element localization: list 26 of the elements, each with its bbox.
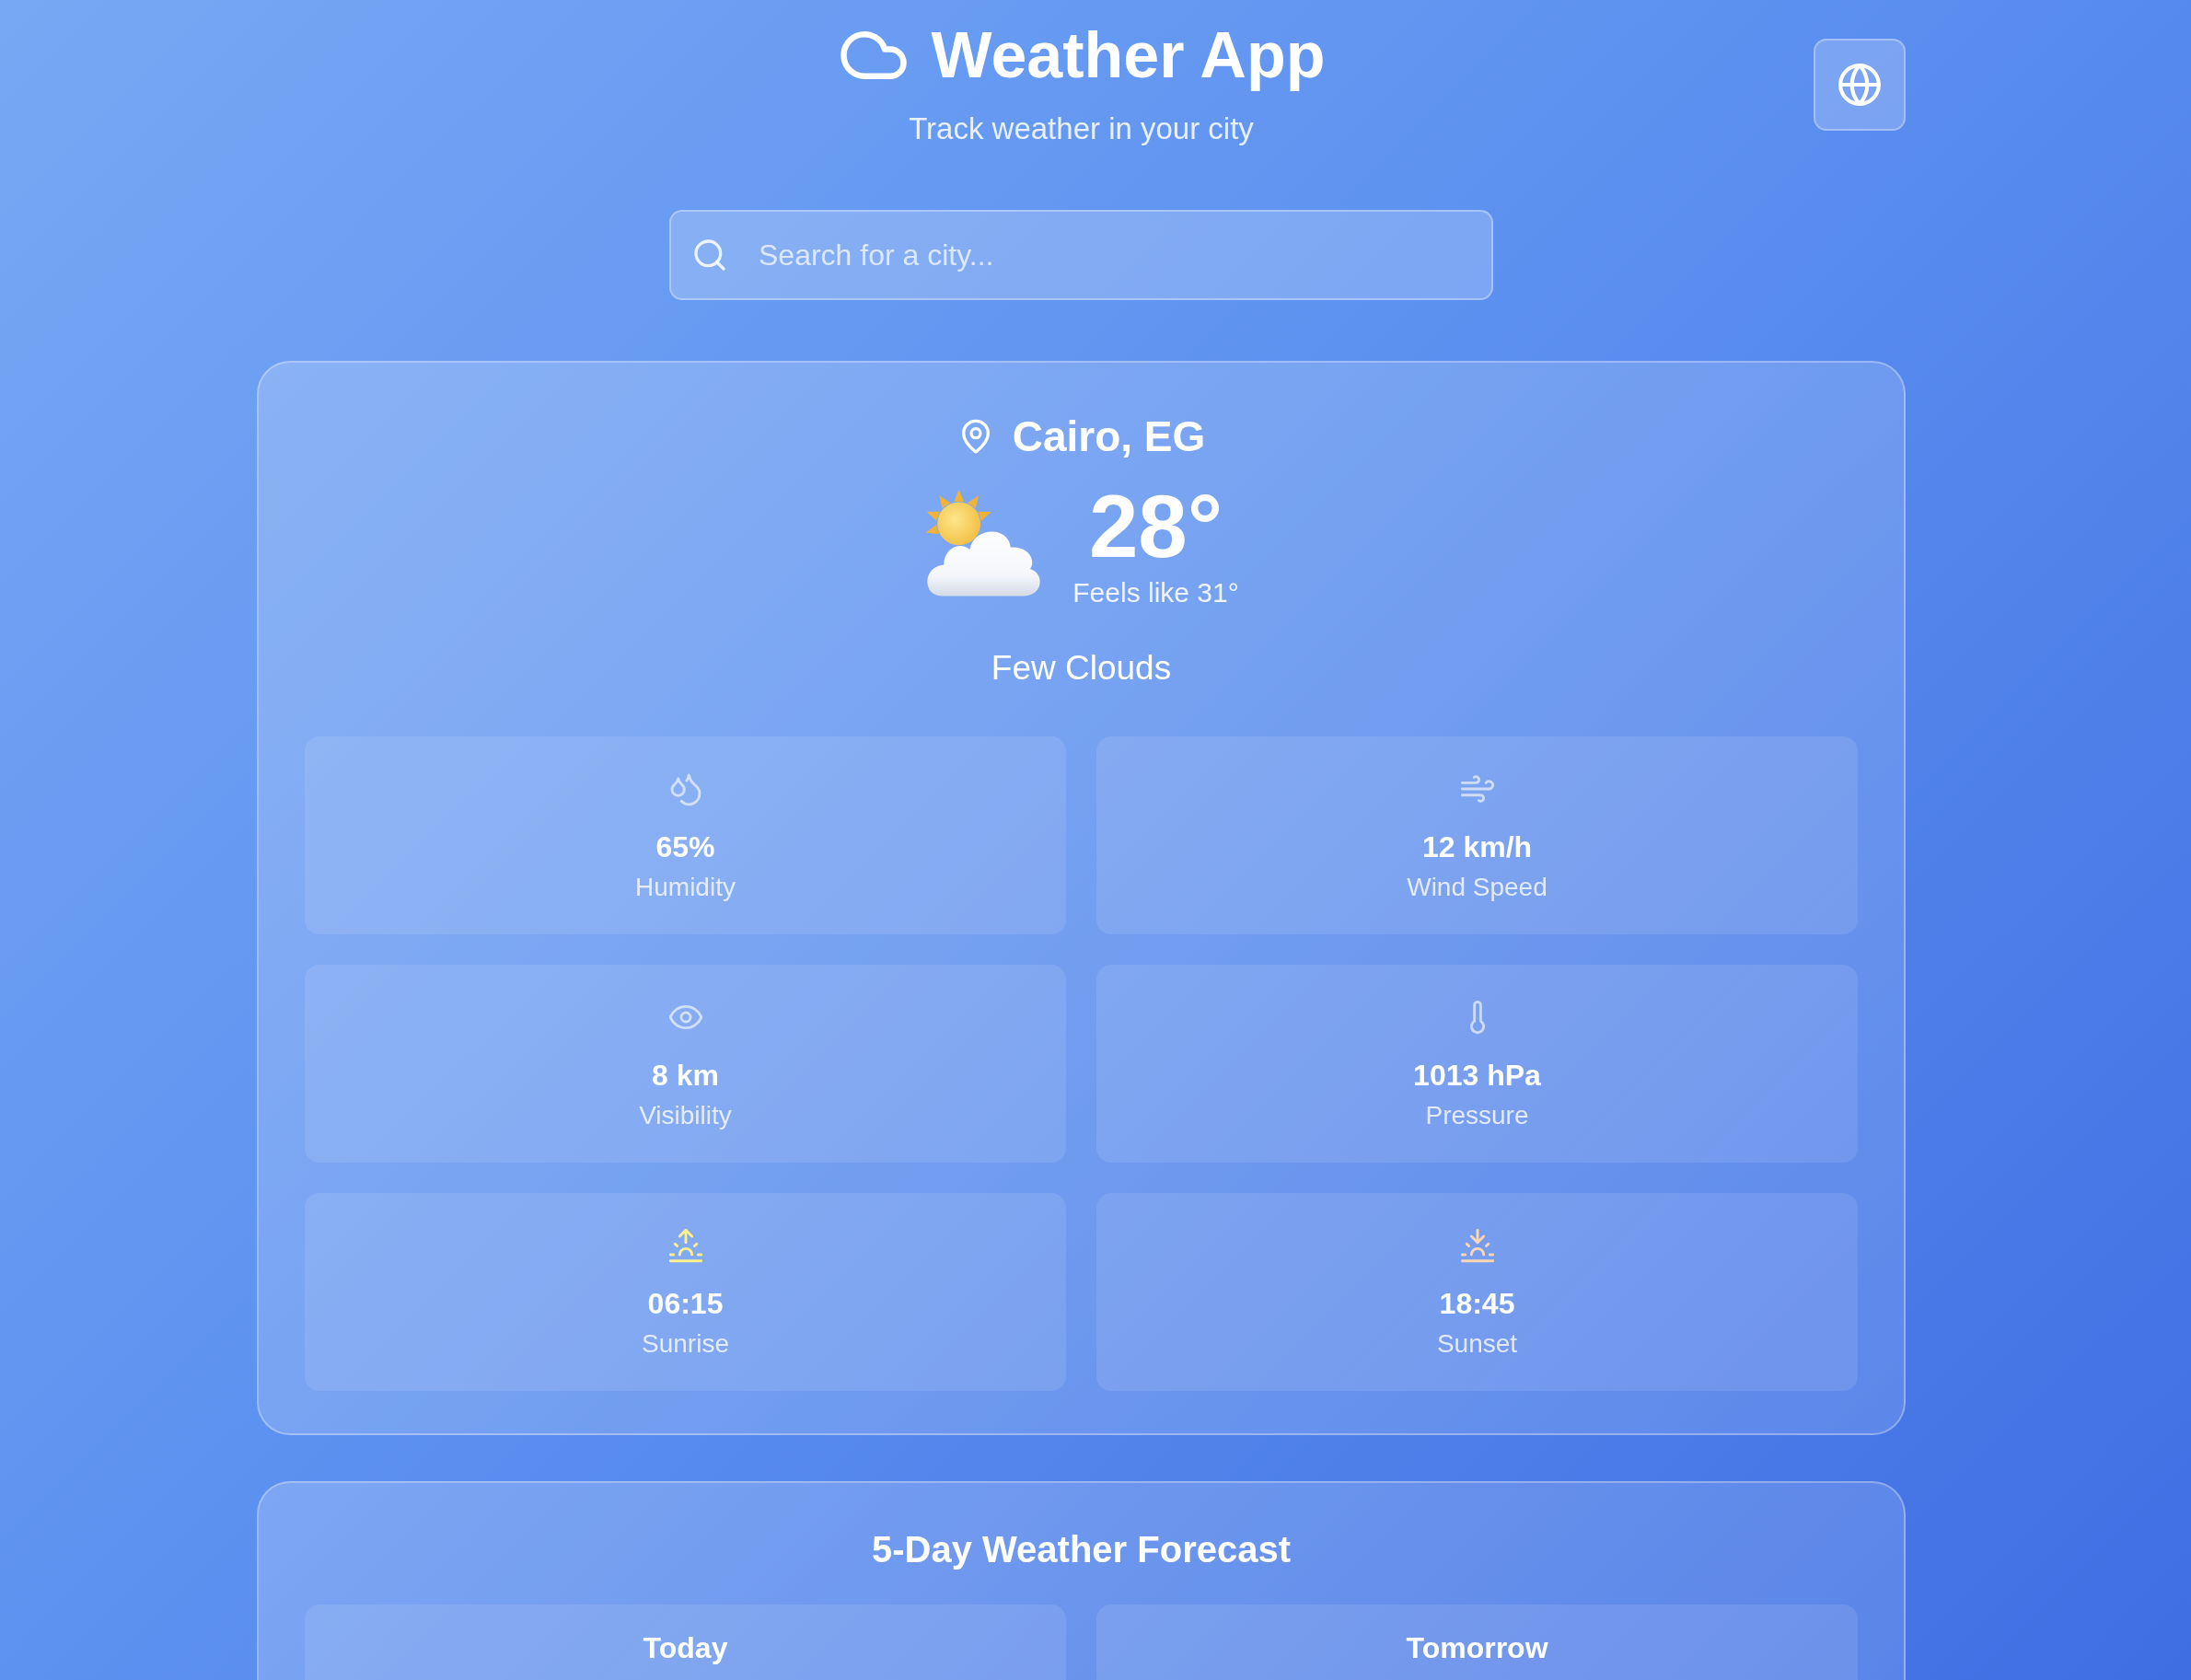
stat-value: 1013 hPa (1413, 1058, 1541, 1094)
stat-label: Sunset (1436, 1328, 1518, 1360)
stat-label: Visibility (639, 1100, 732, 1131)
forecast-day-label: Tomorrow (1406, 1632, 1548, 1663)
stat-value: 8 km (652, 1058, 719, 1094)
app-title: Weather App (931, 18, 1326, 93)
temperature-reading: 28° (1088, 477, 1223, 576)
app-subtitle: Track weather in your city (909, 110, 1254, 147)
stat-value: 65% (655, 829, 715, 865)
forecast-title: 5-Day Weather Forecast (872, 1528, 1291, 1571)
stat-label: Wind Speed (1407, 872, 1548, 903)
stat-label: Humidity (635, 872, 736, 903)
forecast-day-label: Today (643, 1632, 728, 1663)
search-icon (691, 237, 728, 273)
feels-like-text: Feels like 31° (1072, 576, 1239, 609)
stat-value: 06:15 (647, 1286, 724, 1322)
condition-text: Few Clouds (991, 648, 1172, 689)
language-button[interactable] (1814, 39, 1906, 131)
stat-label: Pressure (1425, 1100, 1529, 1131)
globe-icon (1837, 62, 1883, 108)
sunset-icon (1458, 1227, 1496, 1264)
stat-label: Sunrise (642, 1328, 729, 1360)
location-name: Cairo, EG (1012, 411, 1206, 462)
stat-value: 18:45 (1439, 1286, 1515, 1322)
stat-value: 12 km/h (1421, 829, 1533, 865)
sunrise-icon (667, 1227, 704, 1264)
